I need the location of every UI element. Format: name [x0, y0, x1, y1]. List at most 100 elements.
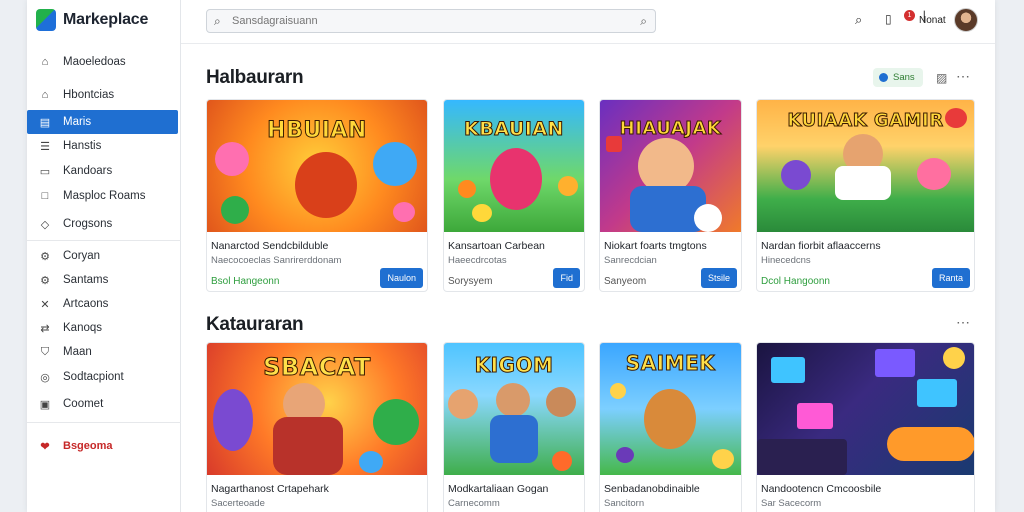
- sidebar-item-14[interactable]: ❤ Bsgeoma: [27, 434, 178, 458]
- card-title: Senbadanobdinaible: [604, 483, 700, 495]
- section-title: Katauraran: [206, 314, 304, 335]
- settings-icon: ⚙: [40, 274, 50, 287]
- shield-icon: ⛉: [40, 345, 50, 358]
- card-price: Dcol Hangoonn: [761, 276, 830, 287]
- sidebar-item-12[interactable]: ◎ Sodtacpiont: [27, 365, 178, 389]
- sidebar-item-3[interactable]: ☰ Hanstis: [27, 134, 178, 158]
- sidebar-item-label: Artcaons: [63, 298, 109, 310]
- card-action-button[interactable]: Fid: [553, 268, 580, 288]
- card-price: Bsol Hangeonn: [211, 276, 280, 287]
- section-title: Halbaurarn: [206, 67, 304, 88]
- card-title: Nagarthanost Crtapehark: [211, 483, 329, 495]
- game-thumbnail: HBUIAN: [207, 100, 427, 232]
- marketplace-app: Markeplace ⌂ Maoeledoas ⌂ Hbontcias ▤ Maris…: [27, 0, 995, 512]
- sidebar-item-label: Coomet: [63, 398, 104, 410]
- sidebar-item-10[interactable]: ⇄ Kanoqs: [27, 316, 178, 340]
- card-subtitle: Haeecdrcotas: [448, 255, 507, 266]
- card-title: Modkartaliaan Gogan: [448, 483, 549, 495]
- game-art-title: KBAUIAN: [464, 118, 564, 141]
- app-logo[interactable]: Markeplace: [36, 7, 148, 33]
- card-subtitle: Hinecedcns: [761, 255, 811, 266]
- game-card[interactable]: KBAUIAN Kansartoan Carbean Haeecdrcotas …: [443, 99, 585, 292]
- sidebar-item-1[interactable]: ⌂ Hbontcias: [27, 83, 178, 107]
- sidebar-item-label: Santams: [63, 274, 109, 286]
- logo-icon: [36, 9, 56, 31]
- search-icon: ⌕: [214, 13, 221, 28]
- game-art-title: KIGOM: [474, 353, 554, 378]
- sidebar: Markeplace ⌂ Maoeledoas ⌂ Hbontcias ▤ Maris…: [27, 0, 181, 512]
- support-icon: ◎: [40, 371, 50, 384]
- card-price: Sorysyem: [448, 276, 493, 287]
- avatar[interactable]: [954, 8, 978, 32]
- game-card[interactable]: KIGOM Modkartaliaan Gogan Carnecomm: [443, 342, 585, 512]
- game-card[interactable]: HIAUAJAK Niokart foarts tmgtons Sanrecdc…: [599, 99, 742, 292]
- image-icon[interactable]: ▨: [936, 71, 947, 85]
- sidebar-item-13[interactable]: ▣ Coomet: [27, 392, 178, 416]
- sidebar-item-5[interactable]: □ Masploc Roams: [27, 184, 178, 208]
- heart-icon: ❤: [40, 440, 50, 453]
- sidebar-item-label: Crogsons: [63, 218, 113, 230]
- game-card[interactable]: SAIMEK Senbadanobdinaible Sancitorn: [599, 342, 742, 512]
- game-thumbnail: KUIAAK GAMIR: [757, 100, 974, 232]
- card-action-button[interactable]: Naulon: [380, 268, 423, 288]
- sidebar-item-label: Maris: [63, 116, 92, 128]
- search-submit-icon[interactable]: ⌕: [640, 14, 647, 29]
- sidebar-item-label: Hanstis: [63, 140, 102, 152]
- sidebar-item-label: Hbontcias: [63, 89, 115, 101]
- sidebar-item-label: Bsgeoma: [63, 440, 113, 452]
- chat-icon: ▭: [39, 165, 51, 178]
- card-subtitle: Sar Sacecorm: [761, 498, 822, 509]
- home-icon: ⌂: [41, 56, 49, 68]
- game-thumbnail: [757, 343, 974, 475]
- sidebar-item-7[interactable]: ⚙ Coryan: [27, 244, 178, 268]
- search-icon[interactable]: ⌕: [855, 12, 862, 28]
- game-art-title: HIAUAJAK: [619, 118, 722, 140]
- card-title: Nardan fiorbit aflaaccerns: [761, 240, 881, 252]
- bookmark-icon[interactable]: ▯: [885, 12, 892, 26]
- sidebar-item-label: Maan: [63, 346, 92, 358]
- sidebar-item-6[interactable]: ◇ Crogsons: [27, 212, 178, 236]
- sidebar-item-4[interactable]: ▭ Kandoars: [27, 159, 178, 183]
- game-art-title: SAIMEK: [625, 351, 716, 376]
- search-bar[interactable]: ⌕ ⌕: [206, 9, 656, 33]
- sidebar-item-8[interactable]: ⚙ Santams: [27, 268, 178, 292]
- app-name: Markeplace: [63, 11, 149, 28]
- sidebar-item-label: Masploc Roams: [63, 190, 146, 202]
- status-badge[interactable]: Sans: [873, 68, 923, 87]
- card-title: Nandootencn Cmcoosbile: [761, 483, 882, 495]
- sidebar-item-9[interactable]: ✕ Artcaons: [27, 292, 178, 316]
- card-subtitle: Carnecomm: [448, 498, 500, 509]
- more-icon[interactable]: ⋯: [956, 314, 970, 331]
- sidebar-divider: [27, 422, 181, 423]
- sidebar-item-label: Kanoqs: [63, 322, 103, 334]
- user-name[interactable]: Nonat: [919, 15, 946, 26]
- game-thumbnail: HIAUAJAK: [600, 100, 741, 232]
- tools-icon: ✕: [40, 298, 50, 311]
- share-icon: ⇄: [40, 322, 50, 335]
- card-subtitle: Sanrecdcian: [604, 255, 657, 266]
- card-action-button[interactable]: Stsile: [700, 268, 737, 288]
- card-price: Sanyeom: [604, 276, 647, 287]
- list-icon: ☰: [40, 140, 50, 153]
- card-subtitle: Sancitorn: [604, 498, 645, 509]
- game-card[interactable]: SBACAT Nagarthanost Crtapehark Sacerteoa…: [206, 342, 428, 512]
- status-label: Sans: [893, 72, 915, 83]
- more-icon[interactable]: ⋯: [956, 68, 970, 85]
- game-card[interactable]: Nandootencn Cmcoosbile Sar Sacecorm: [756, 342, 975, 512]
- card-action-button[interactable]: Ranta: [931, 268, 970, 288]
- game-art-title: SBACAT: [263, 353, 371, 382]
- grid-icon: ▤: [39, 116, 51, 129]
- sidebar-item-0[interactable]: ⌂ Maoeledoas: [27, 50, 178, 74]
- game-card[interactable]: HBUIAN Nanarctod Sendcbilduble Naecocoec…: [206, 99, 428, 292]
- search-input[interactable]: [232, 15, 632, 27]
- game-art-title: KUIAAK GAMIR: [787, 110, 944, 132]
- sidebar-item-2[interactable]: ▤ Maris: [27, 110, 178, 134]
- sidebar-item-label: Kandoars: [63, 165, 113, 177]
- sidebar-item-11[interactable]: ⛉ Maan: [27, 340, 178, 364]
- sidebar-item-label: Maoeledoas: [63, 56, 126, 68]
- game-card[interactable]: KUIAAK GAMIR Nardan fiorbit aflaaccerns …: [756, 99, 975, 292]
- top-bar: ⌕ ⌕ ⌕ ▯ ▕ 1 Nonat: [181, 0, 995, 44]
- folder-icon: ▣: [39, 398, 51, 411]
- tag-icon: ◇: [40, 218, 50, 231]
- home-icon: ⌂: [41, 89, 49, 101]
